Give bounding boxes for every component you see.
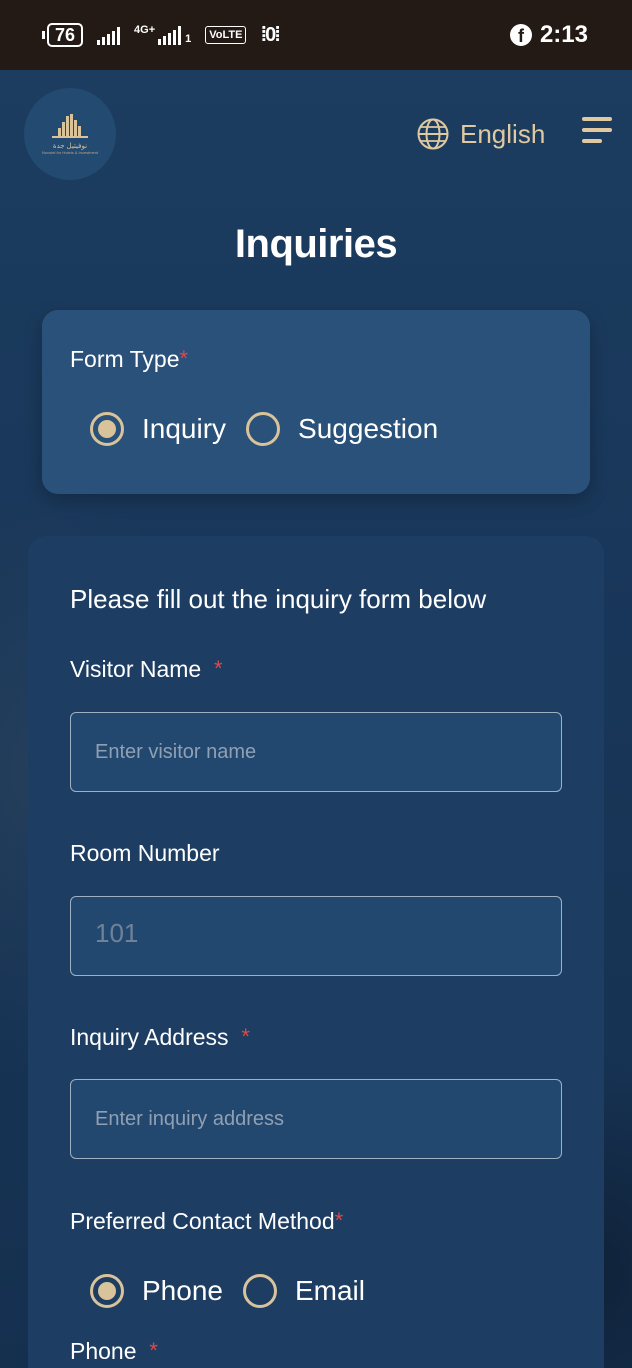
- radio-unchecked-icon[interactable]: [246, 412, 281, 446]
- radio-phone[interactable]: Phone: [90, 1274, 223, 1308]
- status-bar: 76 4G+ 1 VoLTE ⁞0⁞ f 2:13: [0, 0, 632, 70]
- phone-label: Phone *: [70, 1338, 158, 1365]
- contact-method-radio-group: Phone Email: [90, 1274, 365, 1308]
- radio-inquiry[interactable]: Inquiry: [90, 412, 226, 446]
- contact-method-label: Preferred Contact Method*: [70, 1208, 343, 1235]
- phone-label-text: Phone: [70, 1338, 137, 1364]
- required-mark: *: [241, 1024, 250, 1049]
- radio-email[interactable]: Email: [242, 1274, 365, 1308]
- inquiry-address-label-text: Inquiry Address: [70, 1024, 229, 1050]
- vibrate-icon: ⁞0⁞: [260, 23, 281, 46]
- building-logo-icon: [52, 113, 88, 138]
- network-type: 4G+: [134, 24, 156, 36]
- sim-number: 1: [185, 33, 192, 45]
- inquiry-address-label: Inquiry Address *: [70, 1024, 250, 1051]
- inquiry-address-input[interactable]: [70, 1079, 562, 1159]
- page-title: Inquiries: [234, 222, 398, 266]
- contact-method-label-text: Preferred Contact Method: [70, 1208, 335, 1234]
- form-type-radio-group: Inquiry Suggestion: [90, 412, 438, 446]
- facebook-icon: f: [509, 24, 532, 46]
- radio-suggestion[interactable]: Suggestion: [246, 412, 438, 446]
- visitor-name-label: Visitor Name *: [70, 656, 223, 683]
- form-type-label: Form Type*: [70, 346, 188, 373]
- language-switcher[interactable]: English: [416, 114, 545, 154]
- required-mark: *: [334, 1208, 344, 1233]
- globe-icon: [417, 118, 449, 150]
- battery-icon: 76: [42, 23, 84, 47]
- room-number-input[interactable]: [70, 896, 562, 976]
- required-mark: *: [149, 1338, 158, 1363]
- radio-unchecked-icon[interactable]: [242, 1274, 277, 1308]
- visitor-name-label-text: Visitor Name: [70, 656, 202, 682]
- radio-label: Email: [294, 1275, 365, 1306]
- battery-level: 76: [47, 23, 84, 47]
- volte-icon: VoLTE: [205, 26, 247, 44]
- required-mark: *: [214, 656, 223, 681]
- clock: 2:13: [539, 21, 588, 48]
- radio-label: Phone: [142, 1275, 223, 1306]
- radio-checked-icon[interactable]: [90, 1274, 124, 1308]
- hamburger-menu-icon[interactable]: [580, 116, 612, 146]
- form-intro: Please fill out the inquiry form below: [70, 584, 487, 614]
- signal-icon: [97, 25, 121, 45]
- status-right: f 2:13: [509, 21, 588, 49]
- status-left: 76 4G+ 1 VoLTE ⁞0⁞: [42, 23, 281, 47]
- form-type-card: Form Type* Inquiry Suggestion: [42, 310, 590, 494]
- language-label: English: [460, 118, 546, 149]
- inquiry-form-card: Please fill out the inquiry form below V…: [28, 536, 604, 1368]
- visitor-name-input[interactable]: [70, 712, 562, 792]
- radio-label: Inquiry: [142, 413, 227, 444]
- logo-subtext: Novotel for Hotels & Investment: [41, 149, 99, 155]
- hotel-logo[interactable]: نوفيتيل جدة Novotel for Hotels & Investm…: [24, 88, 116, 180]
- radio-label: Suggestion: [298, 413, 439, 444]
- signal-4g-icon: 4G+ 1: [134, 25, 191, 45]
- radio-checked-icon[interactable]: [90, 412, 124, 446]
- form-type-label-text: Form Type: [70, 346, 180, 372]
- required-mark: *: [179, 346, 189, 371]
- logo-text: نوفيتيل جدة: [52, 142, 88, 150]
- room-number-label: Room Number: [70, 840, 220, 866]
